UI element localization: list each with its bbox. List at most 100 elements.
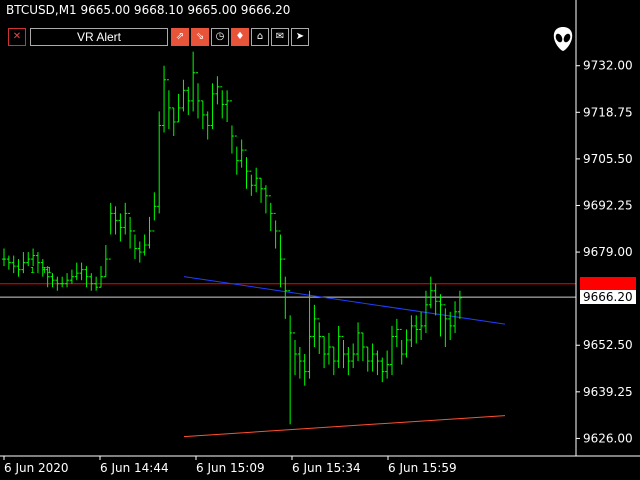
candle xyxy=(200,100,205,129)
candle xyxy=(394,318,399,347)
candle xyxy=(157,111,162,214)
candle xyxy=(31,248,36,267)
candle xyxy=(162,65,167,133)
y-tick-label: 9652.50 xyxy=(583,338,633,352)
vr-alert-toolbar: ✕ VR Alert ⇗ ⇘ ◷ ♦ ⌂ ✉ ➤ xyxy=(8,27,311,47)
candle xyxy=(89,273,94,291)
candle xyxy=(346,347,351,376)
candle xyxy=(181,79,186,112)
candle xyxy=(171,107,176,137)
y-tick-label: 9705.50 xyxy=(583,152,633,166)
y-tick-label: 9718.75 xyxy=(583,105,633,119)
candle xyxy=(331,346,336,376)
drop-icon: ♦ xyxy=(235,31,245,42)
candle xyxy=(419,311,424,340)
candle xyxy=(259,177,264,203)
bell-alert-button[interactable]: ⌂ xyxy=(251,28,269,46)
y-tick-label: 9732.00 xyxy=(583,59,633,73)
candle xyxy=(428,276,433,309)
email-alert-button[interactable]: ✉ xyxy=(271,28,289,46)
candle xyxy=(273,212,278,249)
candle xyxy=(288,290,293,425)
x-tick-label: 6 Jun 15:09 xyxy=(196,461,265,475)
candle xyxy=(234,135,239,175)
candle xyxy=(326,332,331,365)
x-tick-label: 6 Jun 15:34 xyxy=(292,461,361,475)
candle xyxy=(152,192,157,232)
candle xyxy=(65,273,70,288)
candle xyxy=(26,252,31,267)
candle xyxy=(50,273,55,288)
candle xyxy=(108,202,113,260)
sound-alert-button[interactable]: ♦ xyxy=(231,28,249,46)
candle xyxy=(433,283,438,316)
arrow-up-alert-button[interactable]: ⇗ xyxy=(171,28,189,46)
candle xyxy=(370,343,375,372)
arrow-up-icon: ⇗ xyxy=(175,31,185,42)
candle xyxy=(21,252,26,274)
close-x-icon[interactable]: ✕ xyxy=(8,28,26,46)
arrow-down-icon: ⇘ xyxy=(195,31,205,42)
price-chart[interactable]: 1 T1 9732.009718.759705.509692.259679.009… xyxy=(0,0,640,480)
red-trendline[interactable] xyxy=(183,415,506,438)
candle xyxy=(438,294,443,337)
candle xyxy=(312,304,317,347)
candle xyxy=(142,234,147,256)
candle xyxy=(186,86,191,115)
candle xyxy=(215,76,220,105)
y-tick-label: 9692.25 xyxy=(583,198,633,212)
candle xyxy=(254,167,259,193)
bell-icon: ⌂ xyxy=(256,31,264,42)
candle xyxy=(123,202,128,235)
candle xyxy=(147,216,152,249)
candle xyxy=(390,325,394,376)
candle xyxy=(118,213,123,242)
clock-icon: ◷ xyxy=(215,31,225,42)
candle xyxy=(409,315,414,347)
candle xyxy=(74,262,79,281)
x-tick-label: 6 Jun 2020 xyxy=(4,461,69,475)
x-tick-label: 6 Jun 15:59 xyxy=(388,461,457,475)
candle xyxy=(137,241,142,263)
toolbar-title: VR Alert xyxy=(30,28,168,46)
candle xyxy=(404,329,409,358)
candle xyxy=(443,304,448,347)
y-tick-label: 9626.00 xyxy=(583,431,633,445)
candle xyxy=(302,354,307,386)
candle xyxy=(176,93,181,123)
candle xyxy=(263,185,268,214)
x-tick-label: 6 Jun 14:44 xyxy=(100,461,169,475)
candle xyxy=(79,262,84,281)
object-label: 1 xyxy=(30,266,35,275)
candle xyxy=(166,79,171,129)
candle xyxy=(6,255,11,270)
candle xyxy=(341,335,346,369)
candle xyxy=(307,290,312,379)
candle xyxy=(380,357,385,383)
candle xyxy=(399,328,404,365)
clock-alert-button[interactable]: ◷ xyxy=(211,28,229,46)
arrow-down-alert-button[interactable]: ⇘ xyxy=(191,28,209,46)
symbol-info-text: BTCUSD,M1 9665.00 9668.10 9665.00 9666.2… xyxy=(6,3,291,17)
candle xyxy=(229,100,234,154)
candle xyxy=(375,350,380,376)
candle xyxy=(113,206,118,235)
push-alert-button[interactable]: ➤ xyxy=(291,28,309,46)
candle xyxy=(244,149,249,189)
candle xyxy=(414,315,419,344)
candle xyxy=(11,255,16,274)
candle xyxy=(69,269,74,284)
candle xyxy=(249,170,254,196)
send-icon: ➤ xyxy=(295,31,305,42)
candle xyxy=(360,332,365,362)
candle xyxy=(2,248,6,267)
candle xyxy=(103,245,108,278)
y-tick-label: 9639.25 xyxy=(583,385,633,399)
candle xyxy=(220,86,225,119)
envelope-icon: ✉ xyxy=(275,31,285,42)
alien-head-icon xyxy=(553,27,573,51)
candle xyxy=(278,230,283,288)
candle xyxy=(60,276,65,288)
candle xyxy=(268,195,273,231)
candle xyxy=(239,139,244,168)
